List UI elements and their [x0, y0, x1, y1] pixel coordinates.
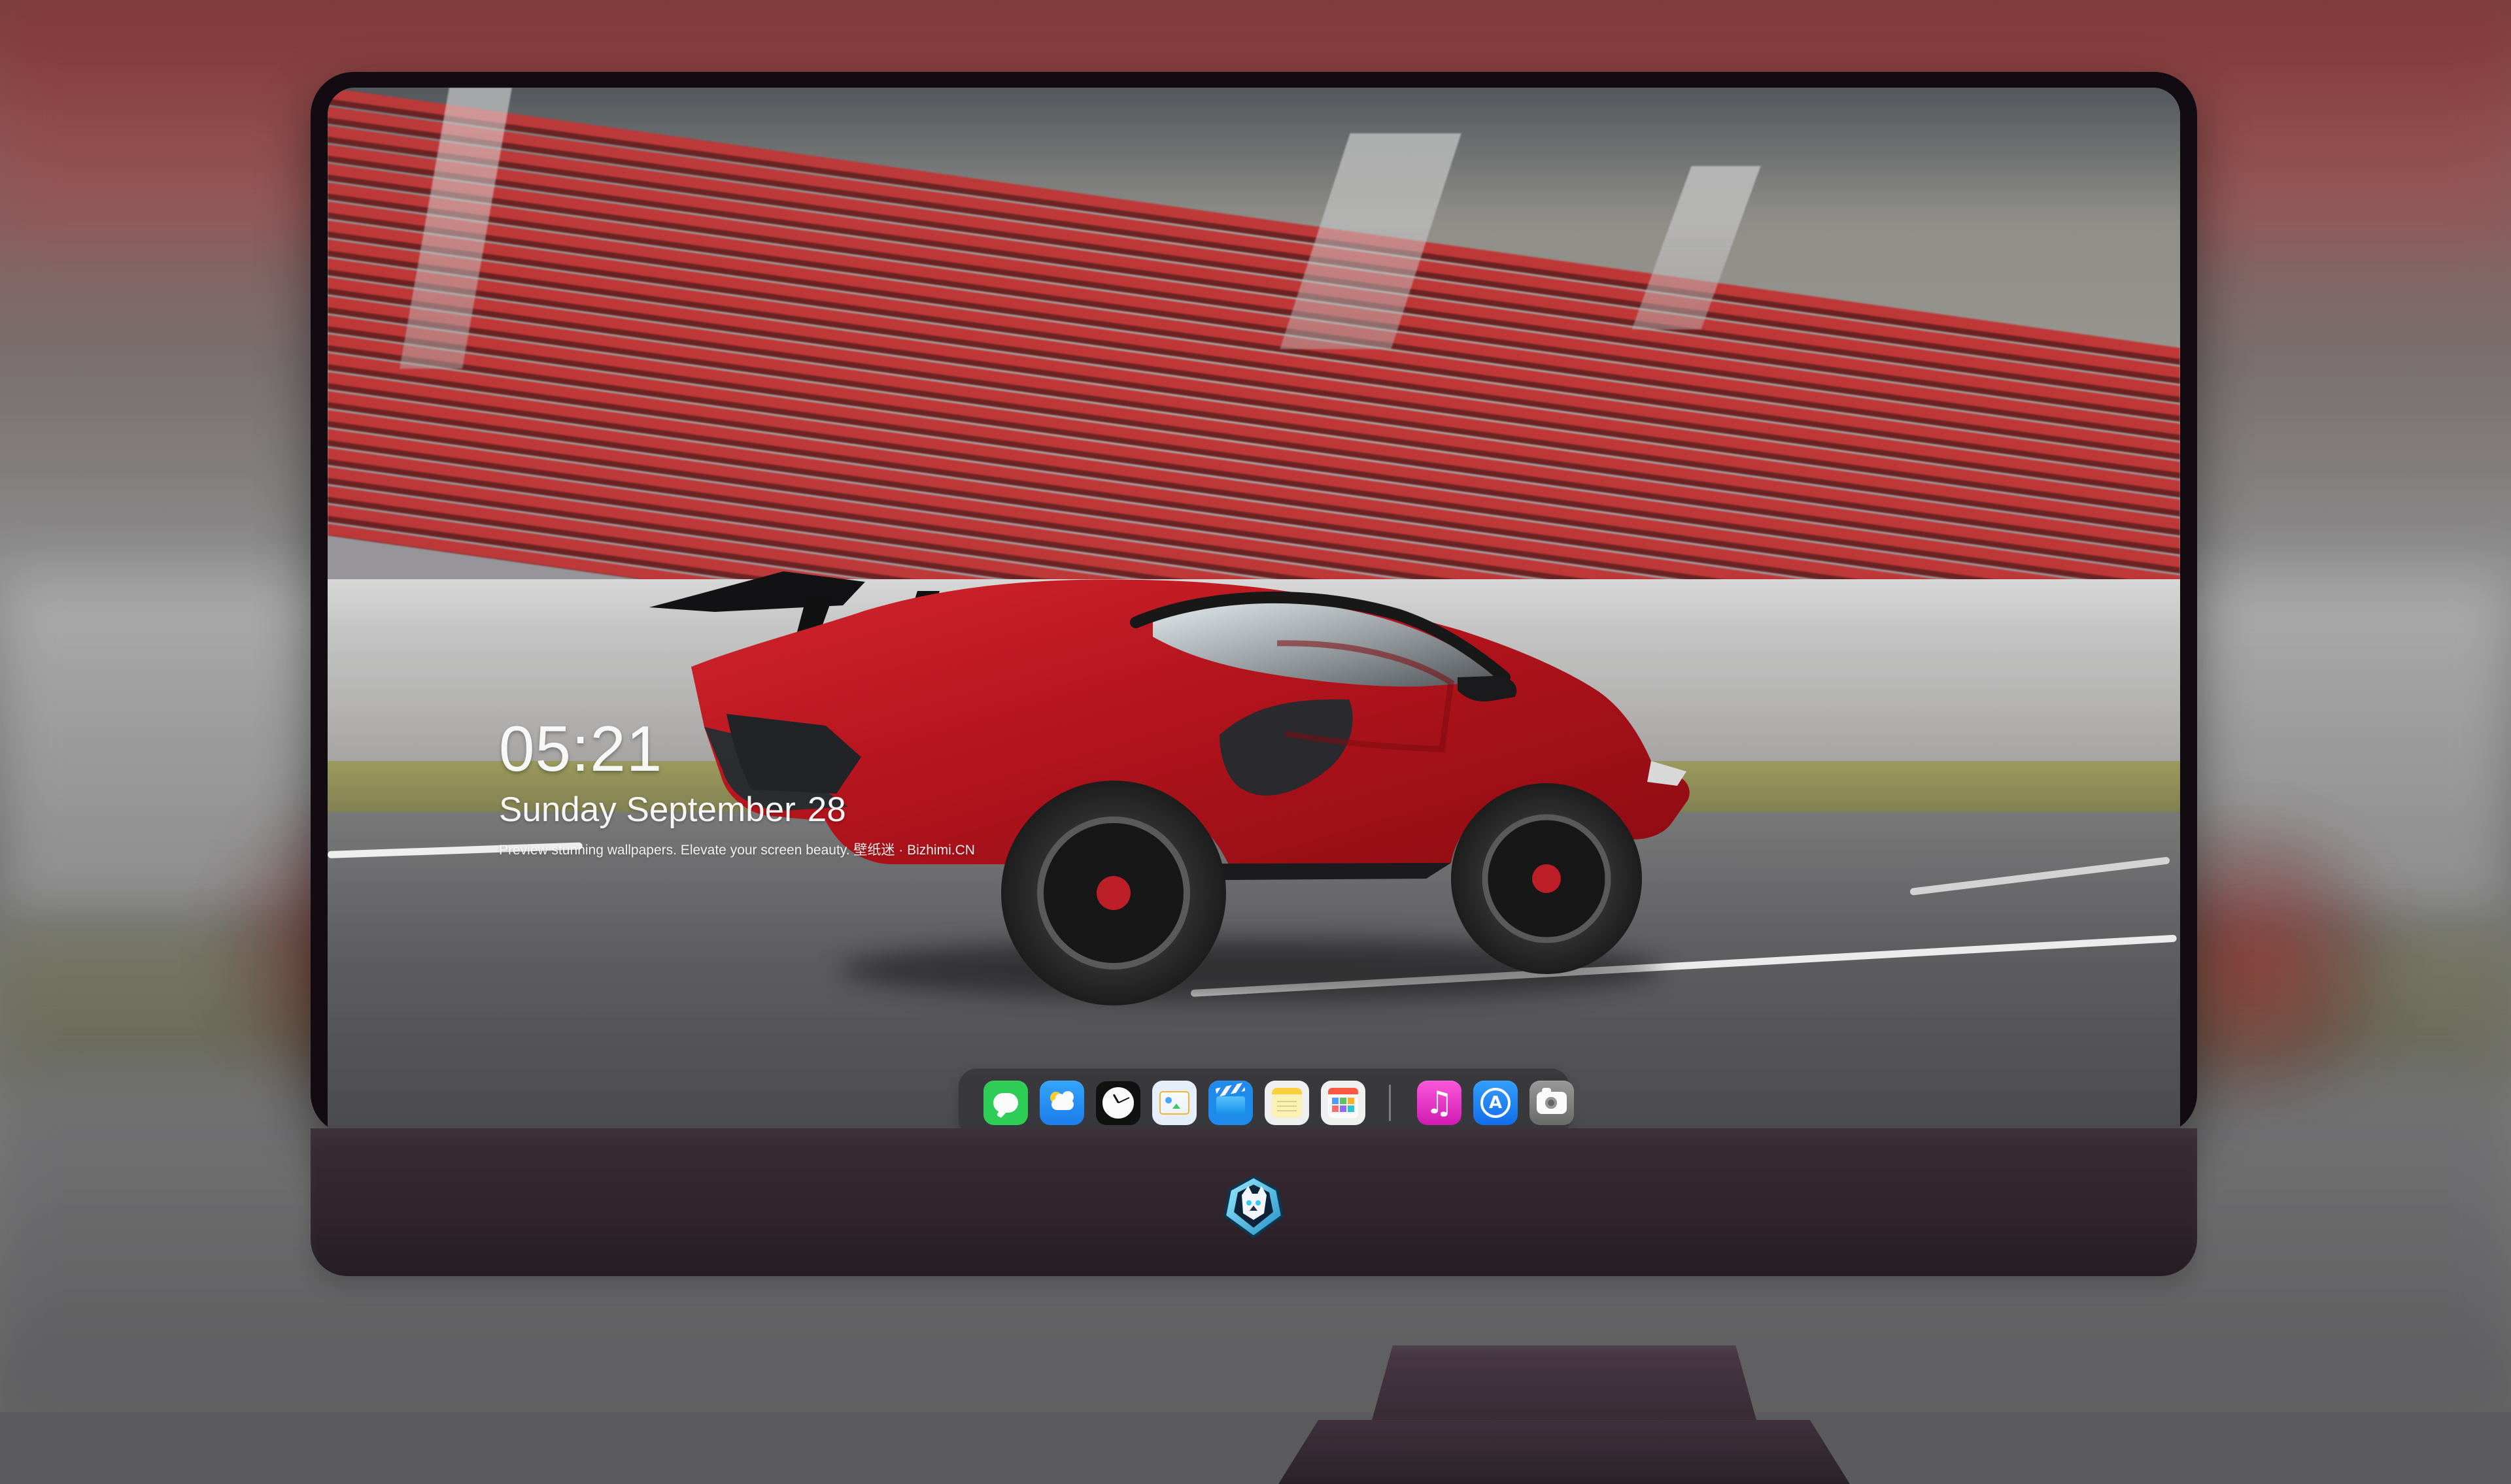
- camera-body: [1537, 1088, 1567, 1114]
- dock-divider: [1389, 1085, 1391, 1121]
- lock-screen-info: 05:21 Sunday September 28 Preview stunnin…: [499, 717, 975, 858]
- clock-time: 05:21: [499, 713, 663, 784]
- claquette-icon[interactable]: [1208, 1081, 1253, 1125]
- wallpaper-subtitle: Preview stunning wallpapers. Elevate you…: [499, 843, 975, 858]
- notes-paper: [1272, 1088, 1302, 1118]
- preview-icon[interactable]: [1152, 1081, 1197, 1125]
- dock-icons: ♫: [983, 1081, 1574, 1125]
- weather-cloud: [1051, 1091, 1074, 1110]
- monitor-screen: 05:21 Sunday September 28 Preview stunnin…: [328, 88, 2180, 1128]
- front-wheel-hub: [1532, 864, 1561, 893]
- car-spoiler-fin: [649, 571, 865, 612]
- wolf-badge-icon: [1223, 1175, 1284, 1239]
- date-weekday-month: Sunday September: [499, 790, 796, 829]
- desktop-monitor: 05:21 Sunday September 28 Preview stunnin…: [311, 72, 2197, 1484]
- clock-icon[interactable]: [1096, 1081, 1140, 1125]
- wallpaper: 05:21 Sunday September 28 Preview stunnin…: [328, 88, 2180, 1128]
- camera-icon[interactable]: [1529, 1081, 1574, 1125]
- app-store-ring: [1480, 1088, 1511, 1118]
- clapper-body: [1216, 1096, 1245, 1115]
- clapper-top: [1215, 1082, 1246, 1097]
- preview-card: [1159, 1091, 1189, 1115]
- music-icon[interactable]: ♫: [1417, 1081, 1461, 1125]
- date-day: 28: [807, 790, 846, 829]
- date-line: Sunday September 28: [499, 792, 975, 827]
- app-store-icon[interactable]: [1473, 1081, 1518, 1125]
- calendar-grid-icon[interactable]: [1321, 1081, 1365, 1125]
- weather-icon[interactable]: [1040, 1081, 1084, 1125]
- music-note-glyph: ♫: [1425, 1085, 1454, 1121]
- dock: ♫: [959, 1068, 1574, 1128]
- clock-face: [1101, 1085, 1136, 1121]
- messages-bubble: [993, 1093, 1018, 1113]
- rear-wheel-hub: [1097, 876, 1131, 910]
- calendar-grid: [1328, 1088, 1358, 1118]
- messages-icon[interactable]: [983, 1081, 1028, 1125]
- monitor-stand-foot: [1278, 1420, 1850, 1484]
- notes-icon[interactable]: [1265, 1081, 1309, 1125]
